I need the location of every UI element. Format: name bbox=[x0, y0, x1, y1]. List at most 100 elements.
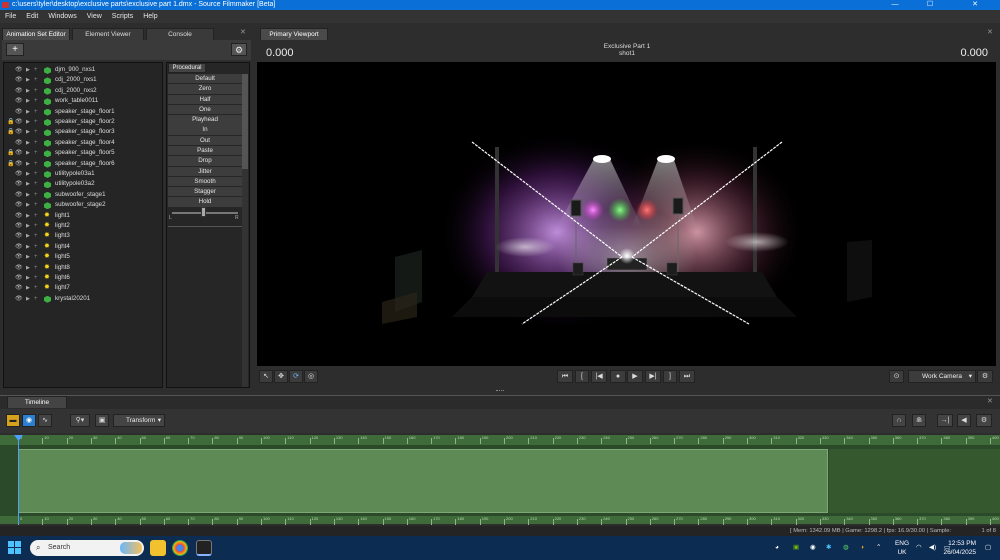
security-icon[interactable]: ◍ bbox=[843, 536, 849, 560]
plus-icon[interactable]: + bbox=[34, 107, 38, 117]
plus-icon[interactable]: + bbox=[34, 159, 38, 169]
expand-arrow-icon[interactable]: ▶ bbox=[26, 148, 30, 158]
play-icon[interactable]: ▶ bbox=[627, 370, 643, 383]
procedural-stagger-button[interactable]: Stagger bbox=[168, 187, 242, 197]
plus-icon[interactable]: + bbox=[34, 138, 38, 148]
language-indicator[interactable]: ENG UK bbox=[893, 539, 911, 557]
chevron-up-icon[interactable]: ⌃ bbox=[876, 536, 881, 560]
tree-row[interactable]: 👁 ▶ + ✸ light1 bbox=[4, 211, 162, 221]
expand-arrow-icon[interactable]: ▶ bbox=[26, 242, 30, 252]
expand-arrow-icon[interactable]: ▶ bbox=[26, 263, 30, 273]
next-frame-icon[interactable]: ▶| bbox=[645, 370, 661, 383]
expand-arrow-icon[interactable]: ▶ bbox=[26, 221, 30, 231]
tree-row[interactable]: 👁 ▶ + ✸ light8 bbox=[4, 263, 162, 273]
key-tool-icon[interactable]: ⚲▾ bbox=[70, 414, 90, 427]
timeline-ruler-bottom[interactable]: 0 10 20 30 40 50 60 70 80 90 100 110 120 130 140 150 160… bbox=[0, 516, 1000, 525]
visibility-eye-icon[interactable]: 👁 bbox=[15, 263, 23, 273]
windows-start-icon[interactable] bbox=[8, 541, 22, 555]
menu-item-edit[interactable]: Edit bbox=[21, 10, 43, 23]
visibility-eye-icon[interactable]: 👁 bbox=[15, 159, 23, 169]
plus-icon[interactable]: + bbox=[34, 86, 38, 96]
camera-icon[interactable]: ⊙ bbox=[889, 370, 904, 383]
procedural-playhead-button[interactable]: Playhead bbox=[168, 115, 242, 125]
expand-arrow-icon[interactable]: ▶ bbox=[26, 179, 30, 189]
expand-arrow-icon[interactable]: ▶ bbox=[26, 283, 30, 293]
tree-row[interactable]: 👁 ▶ + utilitypole03a1 bbox=[4, 169, 162, 179]
primary-viewport[interactable] bbox=[257, 62, 996, 366]
visibility-eye-icon[interactable]: 👁 bbox=[15, 86, 23, 96]
menu-item-help[interactable]: Help bbox=[138, 10, 162, 23]
plus-icon[interactable]: + bbox=[34, 179, 38, 189]
procedural-smooth-button[interactable]: Smooth bbox=[168, 176, 242, 187]
visibility-eye-icon[interactable]: 👁 bbox=[15, 75, 23, 85]
procedural-scrollbar[interactable] bbox=[242, 74, 248, 387]
visibility-eye-icon[interactable]: 👁 bbox=[15, 200, 23, 210]
minimize-button[interactable]: — bbox=[880, 0, 910, 10]
visibility-eye-icon[interactable]: 👁 bbox=[15, 107, 23, 117]
rotate-tool-icon[interactable]: ⟳ bbox=[289, 370, 303, 383]
camera-select[interactable]: Work Camera ▾ bbox=[908, 370, 976, 383]
rewind-start-icon[interactable]: ⏮ bbox=[557, 370, 573, 383]
plus-icon[interactable]: + bbox=[34, 148, 38, 158]
expand-arrow-icon[interactable]: ▶ bbox=[26, 200, 30, 210]
menu-item-view[interactable]: View bbox=[82, 10, 107, 23]
maximize-button[interactable]: ☐ bbox=[915, 0, 945, 10]
tab-element-viewer[interactable]: Element Viewer bbox=[72, 28, 144, 40]
clip-editor-icon[interactable]: ▬ bbox=[6, 414, 20, 427]
balance-slider-knob[interactable] bbox=[201, 207, 206, 217]
plus-icon[interactable]: + bbox=[34, 231, 38, 241]
film-clip[interactable] bbox=[18, 449, 828, 513]
expand-arrow-icon[interactable]: ▶ bbox=[26, 169, 30, 179]
procedural-in-button[interactable]: In bbox=[168, 125, 242, 135]
plus-icon[interactable]: + bbox=[34, 200, 38, 210]
tree-row[interactable]: 👁 ▶ + speaker_stage_floor4 bbox=[4, 138, 162, 148]
tree-row[interactable]: 👁 ▶ + ✸ light3 bbox=[4, 231, 162, 241]
procedural-zero-button[interactable]: Zero bbox=[168, 84, 242, 94]
timeline-ruler-top[interactable]: 0102030405060708090100110120130140150160… bbox=[0, 435, 1000, 445]
procedural-hold-button[interactable]: Hold bbox=[168, 197, 242, 207]
tab-timeline[interactable]: Timeline bbox=[7, 396, 67, 408]
tab-animation-set-editor[interactable]: Animation Set Editor bbox=[2, 28, 70, 40]
snap-icon[interactable]: ▣ bbox=[95, 414, 109, 427]
visibility-eye-icon[interactable]: 👁 bbox=[15, 179, 23, 189]
tree-row[interactable]: 👁 ▶ + subwoofer_stage1 bbox=[4, 190, 162, 200]
next-key-icon[interactable]: ] bbox=[663, 370, 677, 383]
expand-arrow-icon[interactable]: ▶ bbox=[26, 138, 30, 148]
scrollbar-thumb[interactable] bbox=[242, 74, 248, 169]
tree-row[interactable]: 👁 ▶ + ✸ light4 bbox=[4, 242, 162, 252]
plus-icon[interactable]: + bbox=[34, 117, 38, 127]
prev-key-icon[interactable]: [ bbox=[575, 370, 589, 383]
bluetooth-icon[interactable]: ✱ bbox=[826, 536, 831, 560]
timeline-track-area[interactable]: 0 10 20 30 40 50 60 70 80 90 100 110 120 130 140 150 160… bbox=[0, 435, 1000, 525]
tree-row[interactable]: 👁 ▶ + cdj_2000_nxs2 bbox=[4, 86, 162, 96]
notification-icon[interactable]: ▢ bbox=[985, 536, 991, 560]
expand-arrow-icon[interactable]: ▶ bbox=[26, 159, 30, 169]
plus-icon[interactable]: + bbox=[34, 221, 38, 231]
tree-row[interactable]: 👁 ▶ + utilitypole03a2 bbox=[4, 179, 162, 189]
chrome-icon[interactable] bbox=[172, 540, 188, 556]
expand-arrow-icon[interactable]: ▶ bbox=[26, 96, 30, 106]
tree-row[interactable]: 👁 ▶ + speaker_stage_floor1 bbox=[4, 107, 162, 117]
tree-row[interactable]: 👁 ▶ + djm_900_nxs1 bbox=[4, 65, 162, 75]
expand-arrow-icon[interactable]: ▶ bbox=[26, 190, 30, 200]
visibility-eye-icon[interactable]: 👁 bbox=[15, 138, 23, 148]
add-animation-set-button[interactable]: + bbox=[6, 43, 24, 56]
fit-icon[interactable]: →| bbox=[937, 414, 953, 427]
expand-arrow-icon[interactable]: ▶ bbox=[26, 65, 30, 75]
visibility-eye-icon[interactable]: 👁 bbox=[15, 273, 23, 283]
procedural-out-button[interactable]: Out bbox=[168, 135, 242, 146]
system-clock[interactable]: 12:53 PM 26/04/2025 bbox=[936, 539, 976, 557]
expand-arrow-icon[interactable]: ▶ bbox=[26, 273, 30, 283]
panel-close-icon[interactable]: ✕ bbox=[240, 28, 246, 36]
file-explorer-icon[interactable] bbox=[150, 540, 166, 556]
tree-row[interactable]: 🔒 👁 ▶ + speaker_stage_floor3 bbox=[4, 127, 162, 137]
plus-icon[interactable]: + bbox=[34, 242, 38, 252]
procedural-one-button[interactable]: One bbox=[168, 104, 242, 115]
plus-icon[interactable]: + bbox=[34, 169, 38, 179]
visibility-eye-icon[interactable]: 👁 bbox=[15, 252, 23, 262]
app-tray-icon[interactable]: ◑ bbox=[860, 536, 864, 560]
tab-procedural[interactable]: Procedural bbox=[168, 63, 206, 73]
visibility-eye-icon[interactable]: 👁 bbox=[15, 127, 23, 137]
visibility-eye-icon[interactable]: 👁 bbox=[15, 283, 23, 293]
visibility-eye-icon[interactable]: 👁 bbox=[15, 117, 23, 127]
